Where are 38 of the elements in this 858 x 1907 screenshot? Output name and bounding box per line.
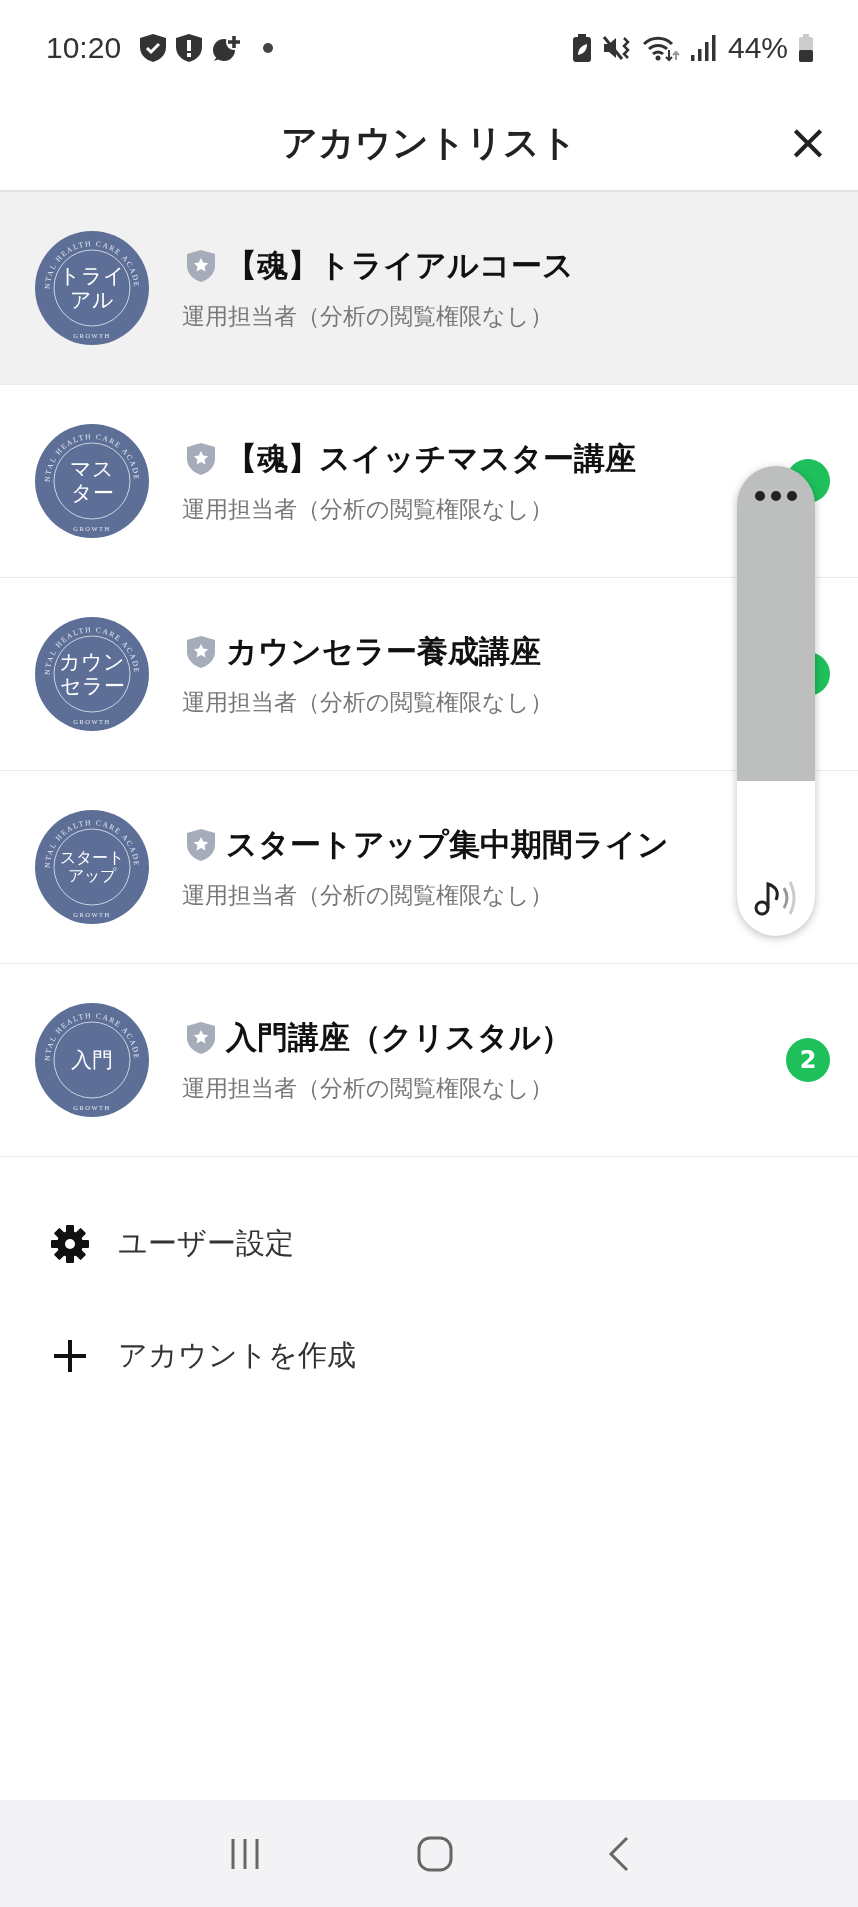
more-icon[interactable] [754,490,798,502]
shield-star-icon [186,1020,216,1055]
account-role: 運用担当者（分析の閲覧権限なし） [182,1073,553,1103]
account-name: 入門講座（クリスタル） [226,1017,572,1057]
battery-percent: 44% [727,31,788,65]
shield-star-icon [186,827,216,862]
avatar-label: アップ [68,866,116,886]
unread-badge: 2 [786,1038,830,1082]
wifi-icon [641,34,680,62]
header-title: アカウントリスト [281,120,577,165]
shield-alert-icon [175,33,204,63]
account-role: 運用担当者（分析の閲覧権限なし） [182,687,553,717]
menu-item[interactable]: ユーザー設定 [118,1224,294,1264]
avatar-label: アル [70,287,114,312]
account-name: 【魂】スイッチマスター講座 [226,438,636,478]
account-role: 運用担当者（分析の閲覧権限なし） [182,880,553,910]
menu-item[interactable]: アカウントを作成 [118,1336,356,1376]
back-icon[interactable] [607,1835,631,1872]
account-name: スタートアップ集中期間ライン [226,824,669,864]
avatar-label: セラー [59,673,125,698]
shield-star-icon [186,248,216,283]
account-name: 【魂】トライアルコース [226,245,574,285]
account-role: 運用担当者（分析の閲覧権限なし） [182,494,553,524]
shield-star-icon [186,441,216,476]
close-button[interactable]: × [782,116,834,168]
shield-star-icon [186,634,216,669]
signal-icon [689,34,718,62]
account-name: カウンセラー養成講座 [226,631,541,671]
status-time: 10:20 [46,31,122,65]
notification-dot-icon [263,43,274,53]
shield-check-icon [139,33,168,63]
mute-vibrate-icon [601,34,632,62]
settings-icon [50,1224,90,1264]
battery-saver-icon [571,33,592,63]
account-role: 運用担当者（分析の閲覧権限なし） [182,301,553,331]
home-icon[interactable] [417,1835,453,1872]
avatar-label: ター [70,480,114,505]
battery-icon [798,33,814,63]
